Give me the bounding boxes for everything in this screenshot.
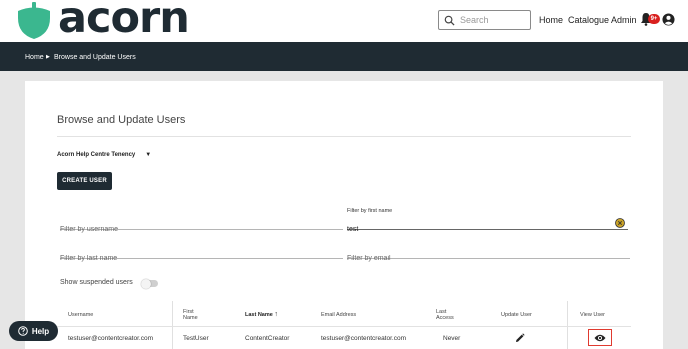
tenancy-label: Acorn Help Centre Tenency xyxy=(57,152,136,158)
nav-catalogue-link[interactable]: Catalogue xyxy=(568,15,609,25)
help-label: Help xyxy=(31,326,50,336)
toggle-knob xyxy=(141,278,151,289)
edit-pencil-icon[interactable] xyxy=(515,333,525,343)
header-row-divider xyxy=(57,326,631,327)
nav-home-link[interactable]: Home xyxy=(539,15,563,25)
col-header-username[interactable]: Username xyxy=(68,312,93,318)
col-header-email[interactable]: Email Address xyxy=(321,312,356,318)
breadcrumb-separator-icon: ▶ xyxy=(46,54,50,60)
cell-email: testuser@contentcreator.com xyxy=(321,335,406,342)
tenancy-select[interactable]: Acorn Help Centre Tenency ▼ xyxy=(57,152,151,158)
suspended-users-toggle[interactable] xyxy=(141,278,158,289)
email-filter-input[interactable] xyxy=(347,255,607,262)
brand-name: acorn xyxy=(58,0,190,43)
col-header-first-name[interactable]: First Name xyxy=(183,309,201,321)
first-name-filter-field[interactable] xyxy=(347,218,628,233)
breadcrumb-home-link[interactable]: Home xyxy=(25,54,44,61)
breadcrumb-current: Browse and Update Users xyxy=(54,54,136,61)
help-question-icon xyxy=(18,326,28,336)
nav-admin-link[interactable]: Admin xyxy=(611,15,637,25)
last-name-filter-field[interactable] xyxy=(60,247,343,262)
col-header-last-access[interactable]: Last Access xyxy=(436,309,456,321)
col-header-last-name-label: Last Name xyxy=(245,312,273,318)
search-box[interactable] xyxy=(438,10,531,30)
search-input[interactable] xyxy=(460,15,530,25)
col-header-last-name[interactable]: Last Name ↑ xyxy=(245,311,278,318)
last-name-filter-input[interactable] xyxy=(60,255,320,262)
column-divider xyxy=(172,301,173,349)
account-icon[interactable] xyxy=(662,13,675,26)
breadcrumb: Home ▶ Browse and Update Users xyxy=(0,42,688,71)
create-user-button[interactable]: CREATE USER xyxy=(57,172,112,190)
page-title: Browse and Update Users xyxy=(57,114,186,126)
first-name-filter-input[interactable] xyxy=(347,226,607,233)
username-filter-field[interactable] xyxy=(60,218,343,233)
eye-icon[interactable] xyxy=(594,334,606,342)
help-button[interactable]: Help xyxy=(9,321,58,341)
sort-arrow-up-icon: ↑ xyxy=(274,311,278,318)
cell-last-access: Never xyxy=(443,335,461,342)
search-icon xyxy=(444,15,455,26)
column-divider xyxy=(567,301,568,349)
brand-logo[interactable]: acorn xyxy=(16,0,190,43)
col-header-view-user: View User xyxy=(580,312,605,318)
caret-down-icon: ▼ xyxy=(145,152,152,158)
acorn-logo-icon xyxy=(18,2,50,39)
suspended-users-label: Show suspended users xyxy=(60,279,133,286)
clear-filter-icon[interactable] xyxy=(615,218,625,228)
cell-username: testuser@contentcreator.com xyxy=(68,335,153,342)
col-header-update-user: Update User xyxy=(501,312,532,318)
title-divider xyxy=(57,136,631,137)
cell-last-name: ContentCreator xyxy=(245,335,290,342)
first-name-filter-label: Filter by first name xyxy=(347,208,393,214)
notification-badge: 9+ xyxy=(648,14,660,24)
email-filter-field[interactable] xyxy=(347,247,630,262)
cell-first-name: TestUser xyxy=(183,335,209,342)
top-header: acorn Home Catalogue Admin 9+ xyxy=(0,0,688,42)
username-filter-input[interactable] xyxy=(60,226,320,233)
